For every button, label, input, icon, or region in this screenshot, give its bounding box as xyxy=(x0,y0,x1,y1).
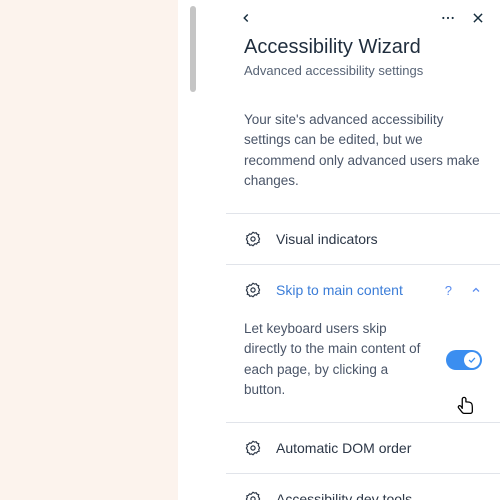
page-description: Your site's advanced accessibility setti… xyxy=(226,92,500,213)
section-label: Automatic DOM order xyxy=(276,440,482,456)
section-body-skip-main: Let keyboard users skip directly to the … xyxy=(226,315,500,422)
section-header-visual-indicators[interactable]: Visual indicators xyxy=(226,214,500,264)
section-label: Visual indicators xyxy=(276,231,482,247)
skip-main-toggle[interactable] xyxy=(446,350,482,370)
gear-icon xyxy=(244,490,262,500)
panel-gutter xyxy=(178,0,226,500)
section-skip-main: Skip to main content ? Let keyboard user… xyxy=(226,264,500,422)
section-visual-indicators: Visual indicators xyxy=(226,213,500,264)
canvas-background xyxy=(0,0,178,500)
page-subtitle: Advanced accessibility settings xyxy=(244,63,482,78)
section-dev-tools: Accessibility dev tools xyxy=(226,473,500,500)
section-label: Accessibility dev tools xyxy=(276,491,482,500)
gear-icon xyxy=(244,281,262,299)
help-icon[interactable]: ? xyxy=(441,283,456,298)
panel-top-bar xyxy=(226,0,500,32)
accessibility-panel: Accessibility Wizard Advanced accessibil… xyxy=(226,0,500,500)
section-header-skip-main[interactable]: Skip to main content ? xyxy=(226,265,500,315)
scrollbar-thumb[interactable] xyxy=(190,6,196,92)
page-title: Accessibility Wizard xyxy=(244,36,482,59)
skip-main-description: Let keyboard users skip directly to the … xyxy=(244,319,432,400)
section-dom-order: Automatic DOM order xyxy=(226,422,500,473)
close-icon[interactable] xyxy=(468,8,488,28)
more-icon[interactable] xyxy=(438,8,458,28)
toggle-knob xyxy=(464,352,480,368)
gear-icon xyxy=(244,439,262,457)
chevron-up-icon[interactable] xyxy=(470,284,482,296)
section-header-dev-tools[interactable]: Accessibility dev tools xyxy=(226,474,500,500)
back-icon[interactable] xyxy=(236,8,256,28)
title-block: Accessibility Wizard Advanced accessibil… xyxy=(226,32,500,92)
gear-icon xyxy=(244,230,262,248)
scrollbar-track[interactable] xyxy=(190,0,200,500)
section-label: Skip to main content xyxy=(276,282,427,298)
section-header-dom-order[interactable]: Automatic DOM order xyxy=(226,423,500,473)
